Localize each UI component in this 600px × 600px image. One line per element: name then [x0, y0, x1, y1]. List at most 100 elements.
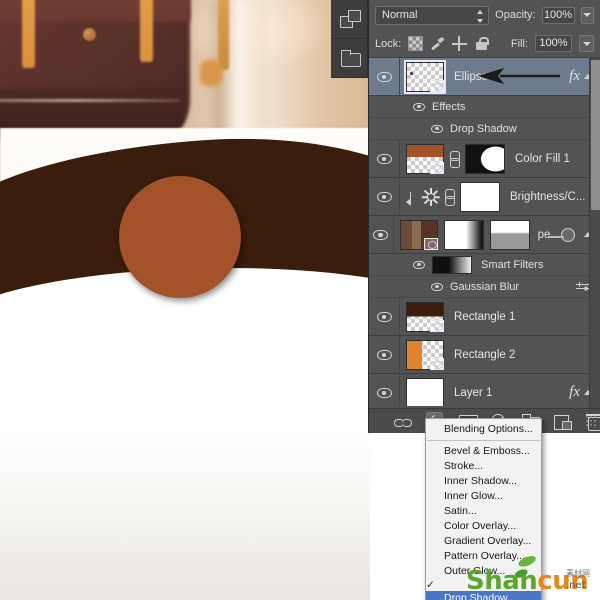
document-canvas[interactable]	[0, 0, 370, 600]
table-row[interactable]: pe...	[369, 216, 600, 254]
filter-settings-icon[interactable]	[576, 281, 590, 292]
lock-label: Lock:	[375, 37, 402, 50]
folder-panel-icon	[340, 49, 361, 67]
mask-link-icon[interactable]	[449, 150, 460, 168]
menu-item-drop-shadow[interactable]: Drop Shadow...	[426, 591, 541, 600]
link-layers-button[interactable]	[393, 413, 413, 430]
layer-visibility-toggle[interactable]	[369, 298, 400, 335]
backpack-strap-far	[218, 0, 229, 70]
effects-group-label: Effects	[432, 100, 466, 113]
layer-thumbnail[interactable]	[406, 301, 444, 332]
eye-icon	[376, 71, 392, 82]
table-row[interactable]: Rectangle 1	[369, 298, 600, 336]
layer-thumbnail[interactable]	[406, 377, 444, 406]
list-item[interactable]: Effects	[369, 96, 600, 118]
table-row[interactable]: Layer 1 fx	[369, 374, 600, 406]
effect-label: Drop Shadow	[450, 122, 517, 135]
backpack-strap-left	[22, 0, 35, 68]
menu-item-stroke[interactable]: Stroke...	[426, 459, 541, 474]
dock-item-layers[interactable]	[331, 0, 368, 39]
list-item[interactable]: Drop Shadow	[369, 118, 600, 140]
fx-icon[interactable]: fx	[569, 384, 580, 401]
blend-mode-select[interactable]: Normal	[375, 5, 490, 25]
filter-label: Gaussian Blur	[450, 280, 520, 293]
filter-mask-thumbnail[interactable]	[489, 219, 530, 250]
eye-icon	[376, 191, 392, 202]
menu-item-inner-shadow[interactable]: Inner Shadow...	[426, 474, 541, 489]
layer-visibility-toggle[interactable]	[369, 374, 400, 406]
layer-thumbnail[interactable]	[406, 143, 444, 174]
menu-item-color-overlay[interactable]: Color Overlay...	[426, 519, 541, 534]
ellipse-1-shape[interactable]	[119, 176, 241, 298]
eye-icon[interactable]	[413, 102, 425, 111]
eye-icon[interactable]	[431, 124, 443, 133]
clipping-mask-icon	[406, 189, 417, 206]
lock-all-icon[interactable]	[474, 36, 489, 51]
layer-visibility-toggle[interactable]	[369, 216, 394, 253]
table-row[interactable]: Color Fill 1	[369, 140, 600, 178]
smart-filters-label: Smart Filters	[481, 258, 544, 271]
scrollbar-thumb[interactable]	[591, 60, 600, 210]
vector-mask-badge-icon	[430, 79, 444, 92]
mask-link-icon[interactable]	[444, 188, 455, 206]
menu-item-blending-options[interactable]: Blending Options...	[426, 422, 541, 437]
layer-name: Rectangle 1	[454, 310, 516, 323]
layer-visibility-toggle[interactable]	[369, 178, 400, 215]
lock-image-pixels-icon[interactable]	[430, 36, 445, 51]
layer-visibility-toggle[interactable]	[369, 140, 400, 177]
lock-transparent-pixels-icon[interactable]	[408, 36, 424, 51]
eye-icon	[376, 387, 392, 398]
panel-dock-strip	[331, 0, 368, 78]
opacity-dropdown-button[interactable]	[580, 6, 594, 24]
fx-icon[interactable]: fx	[569, 68, 580, 85]
layer-visibility-toggle[interactable]	[369, 336, 400, 373]
layer-visibility-toggle[interactable]	[369, 58, 400, 95]
menu-item-inner-glow[interactable]: Inner Glow...	[426, 489, 541, 504]
backpack-buckle-far	[200, 60, 222, 86]
layer-mask-thumbnail[interactable]	[443, 219, 484, 250]
fill-dropdown-button[interactable]	[579, 35, 594, 52]
menu-item-gradient-overlay[interactable]: Gradient Overlay...	[426, 534, 541, 549]
dock-item-folders[interactable]	[331, 39, 368, 78]
eye-icon[interactable]	[413, 260, 425, 269]
blend-mode-value: Normal	[382, 9, 418, 21]
opacity-label: Opacity:	[495, 9, 536, 21]
list-item[interactable]: Smart Filters	[369, 254, 600, 276]
checkmark-icon: ✓	[426, 579, 435, 591]
layers-panel-scrollbar[interactable]	[589, 58, 600, 408]
fill-label: Fill:	[510, 37, 528, 50]
layer-mask-thumbnail[interactable]	[460, 181, 500, 212]
menu-item-bevel-emboss[interactable]: Bevel & Emboss...	[426, 444, 541, 459]
menu-item-pattern-overlay[interactable]: Pattern Overlay...	[426, 549, 541, 564]
table-row[interactable]: Rectangle 2	[369, 336, 600, 374]
fill-input[interactable]: 100%	[535, 35, 572, 52]
list-item[interactable]: Gaussian Blur	[369, 276, 600, 298]
layer-mask-thumbnail[interactable]	[465, 143, 505, 174]
eye-icon	[373, 229, 389, 240]
lock-position-icon[interactable]	[452, 36, 468, 51]
layer-thumbnail[interactable]	[399, 219, 438, 250]
table-row[interactable]: Brightness/C...	[369, 178, 600, 216]
vector-mask-badge-icon	[430, 161, 444, 174]
layer-style-context-menu[interactable]: Blending Options... Bevel & Emboss... St…	[425, 418, 542, 600]
menu-item-outer-glow[interactable]: Outer Glow...	[426, 564, 541, 579]
brightness-contrast-icon[interactable]	[423, 187, 439, 206]
eye-icon[interactable]	[431, 282, 443, 291]
layers-panel-icon	[339, 10, 361, 28]
opacity-input[interactable]: 100%	[541, 6, 575, 24]
layer-name: pe...	[537, 228, 560, 241]
backpack-zipper	[0, 99, 180, 102]
smart-object-badge-icon	[423, 237, 438, 250]
watermark-tld: .net	[566, 580, 586, 591]
eye-icon	[376, 153, 392, 164]
menu-item-satin[interactable]: Satin...	[426, 504, 541, 519]
backpack-rivet	[83, 28, 96, 41]
vector-mask-badge-icon	[430, 319, 444, 332]
layer-thumbnail[interactable]	[406, 339, 444, 370]
resize-grip-icon[interactable]	[586, 416, 597, 427]
layer-name: Layer 1	[454, 386, 493, 399]
layer-thumbnail[interactable]	[404, 59, 446, 94]
smart-filter-mask-thumbnail[interactable]	[432, 255, 472, 274]
new-layer-button[interactable]	[553, 413, 572, 430]
layer-list[interactable]: Ellipse 1 fx Effects Drop Shadow Color F…	[369, 58, 600, 406]
